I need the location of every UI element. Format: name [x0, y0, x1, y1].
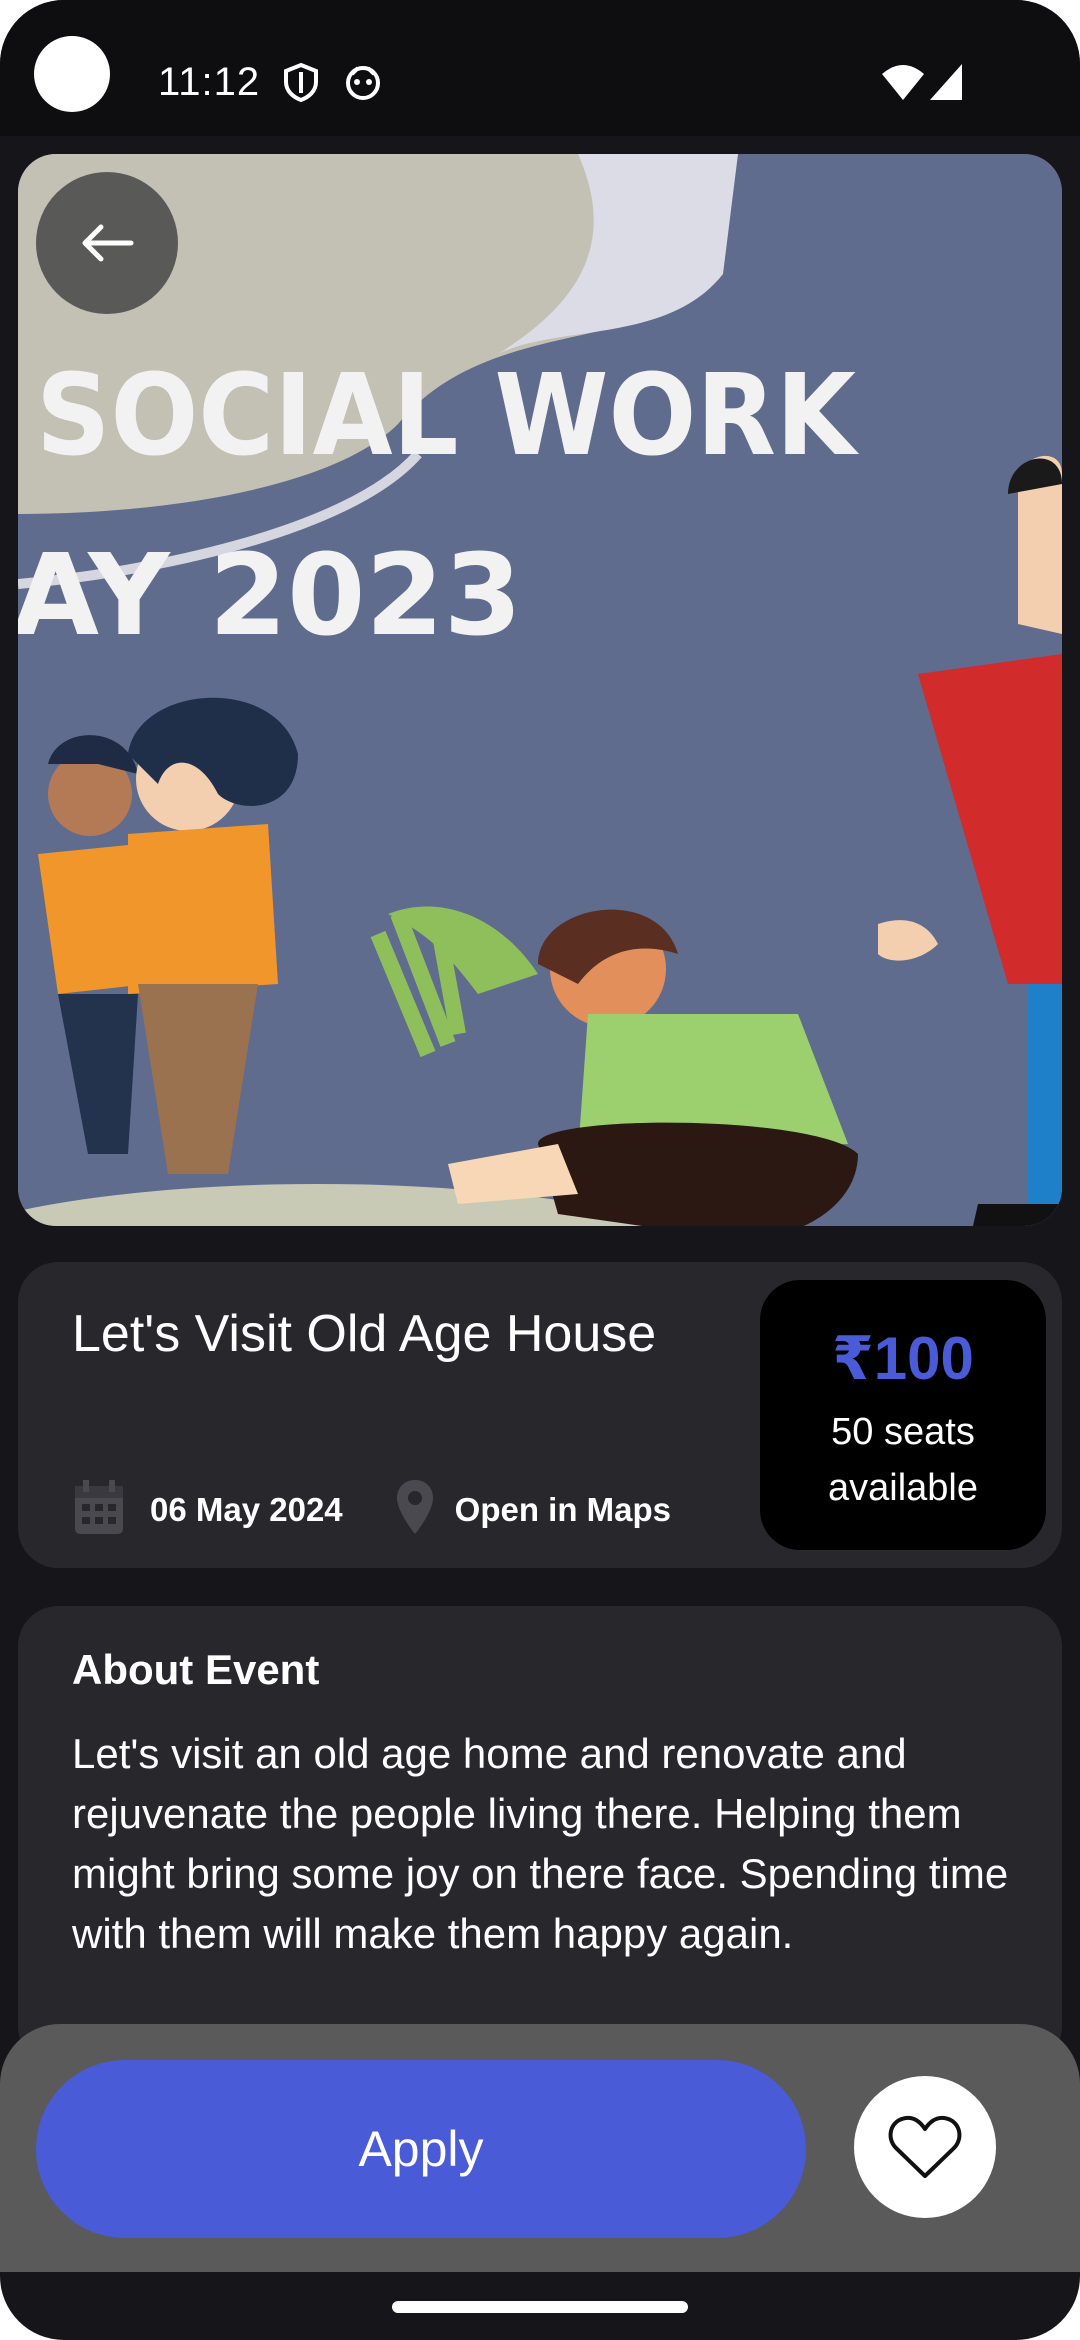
seats-available: 50 seats available — [828, 1411, 978, 1509]
back-button[interactable] — [36, 172, 178, 314]
camera-cutout — [34, 36, 110, 112]
event-title: Let's Visit Old Age House — [72, 1305, 657, 1363]
apply-button[interactable]: Apply — [36, 2060, 806, 2238]
heart-icon — [888, 2115, 962, 2178]
event-price: ₹100 — [832, 1325, 974, 1392]
signal-icon — [928, 62, 964, 107]
event-date: 06 May 2024 — [150, 1490, 343, 1528]
phone-screen: 11:12 SOCIAL WORK AY 2023 Let's Visit Ol… — [0, 0, 1080, 2340]
home-indicator[interactable] — [392, 2301, 688, 2313]
calendar-icon — [72, 1478, 126, 1541]
event-meta-row: 06 May 2024 Open in Maps — [72, 1478, 671, 1541]
banner-line-2: AY 2023 — [18, 531, 522, 661]
arrow-left-icon — [82, 224, 134, 262]
location-pin-icon — [395, 1478, 435, 1541]
about-description: Let's visit an old age home and renovate… — [72, 1730, 1009, 1957]
status-time: 11:12 — [158, 60, 261, 104]
event-info-card: Let's Visit Old Age House 06 May 2024 Op… — [18, 1262, 1062, 1568]
wifi-icon — [880, 62, 926, 107]
event-hero-image[interactable]: SOCIAL WORK AY 2023 — [18, 154, 1062, 1226]
shield-icon — [282, 62, 320, 107]
price-box: ₹100 50 seats available — [760, 1280, 1046, 1550]
favorite-button[interactable] — [854, 2076, 996, 2218]
hero-illustration: SOCIAL WORK AY 2023 — [18, 154, 1062, 1226]
bottom-action-bar: Apply — [0, 2024, 1080, 2272]
open-in-maps-link[interactable]: Open in Maps — [455, 1491, 671, 1529]
about-heading: About Event — [72, 1646, 320, 1693]
banner-line-1: SOCIAL WORK — [36, 351, 860, 481]
status-bar: 11:12 — [0, 0, 1080, 136]
about-event-card: About Event Let's visit an old age home … — [18, 1606, 1062, 2066]
face-icon — [344, 62, 382, 107]
